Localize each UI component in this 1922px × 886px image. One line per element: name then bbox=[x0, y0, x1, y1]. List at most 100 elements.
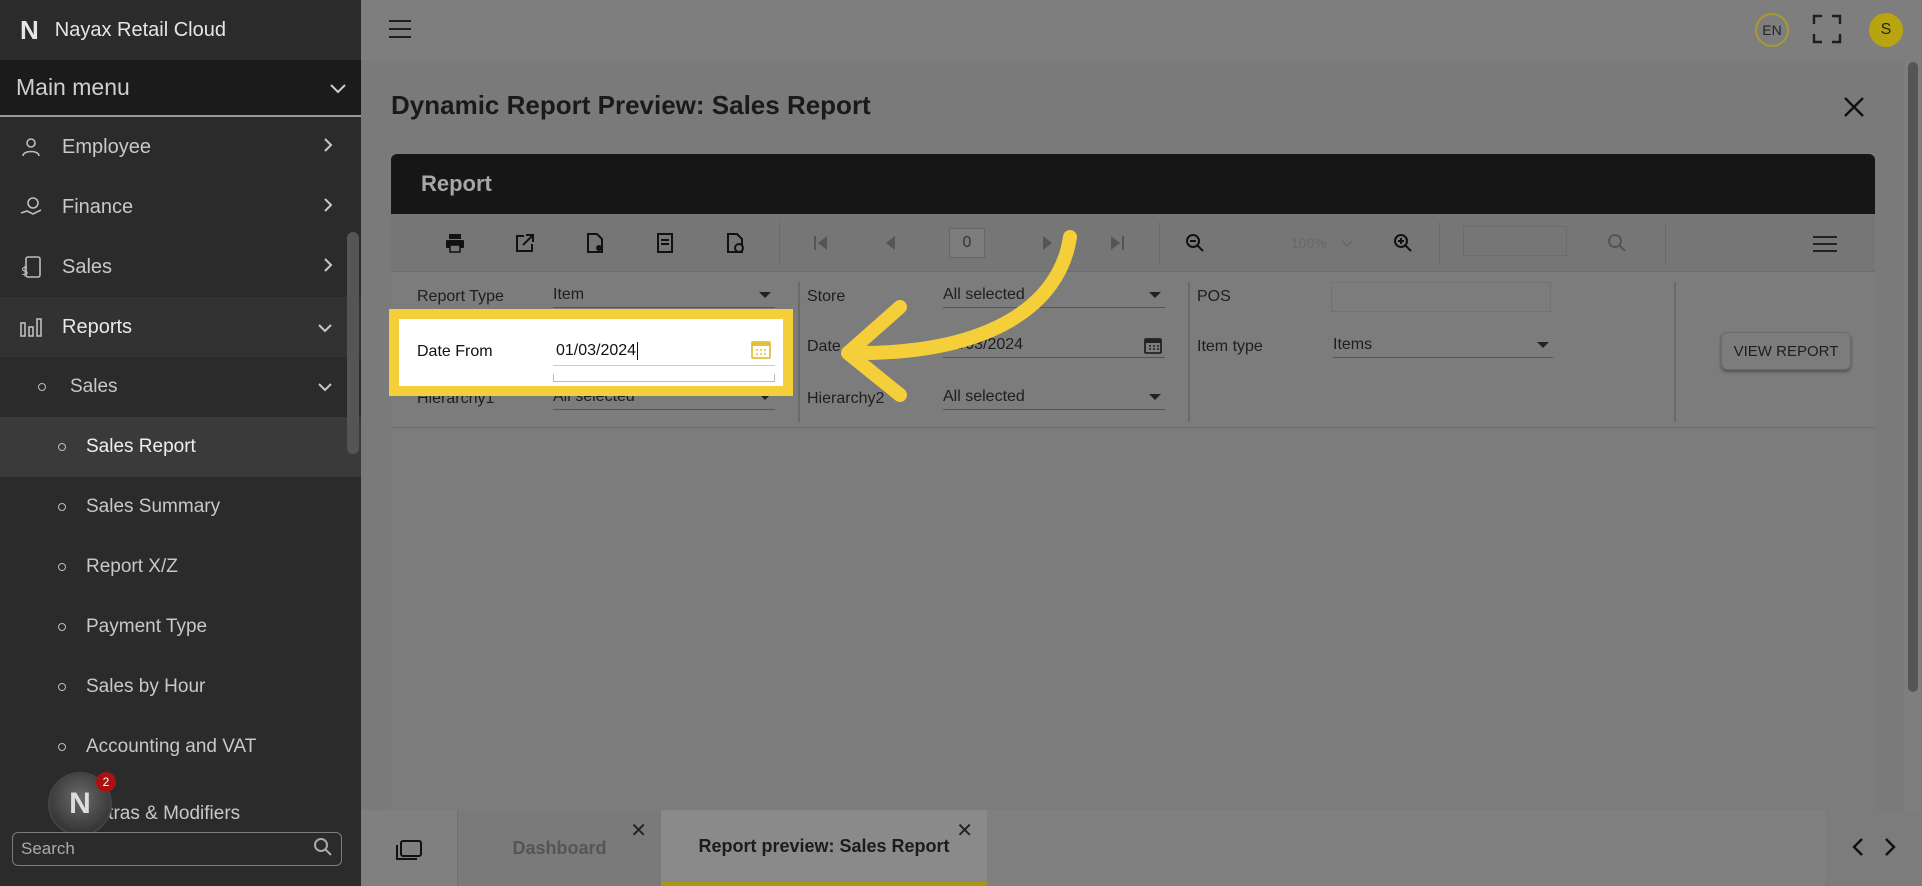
chevron-right-icon[interactable] bbox=[1883, 833, 1897, 864]
sidebar-item-finance[interactable]: Finance bbox=[0, 177, 361, 237]
chevron-left-icon[interactable] bbox=[1851, 833, 1865, 864]
zoom-select[interactable]: 100% bbox=[1271, 228, 1361, 258]
tab-bar: Dashboard ✕ Report preview: Sales Report… bbox=[361, 810, 1922, 886]
sidebar-item-employee[interactable]: Employee bbox=[0, 117, 361, 177]
zoom-out-icon[interactable] bbox=[1183, 231, 1207, 255]
search-icon[interactable] bbox=[1605, 231, 1629, 255]
toolbar-divider bbox=[1439, 222, 1440, 264]
brand[interactable]: N Nayax Retail Cloud bbox=[0, 0, 361, 60]
find-text-input[interactable] bbox=[1463, 226, 1567, 256]
windows-icon[interactable] bbox=[395, 839, 423, 861]
main-menu-toggle[interactable]: Main menu bbox=[0, 60, 361, 117]
toolbar-divider bbox=[779, 222, 780, 264]
sidebar-item-label: Reports bbox=[62, 315, 133, 338]
sidebar-link-accounting-vat[interactable]: Accounting and VAT bbox=[0, 717, 361, 777]
employee-icon bbox=[18, 134, 44, 160]
caret-down-icon bbox=[1149, 394, 1161, 400]
finance-icon bbox=[18, 194, 44, 220]
tab-report-preview[interactable]: Report preview: Sales Report ✕ bbox=[661, 810, 987, 886]
sidebar-subitem-label: Sales bbox=[70, 376, 118, 397]
fullscreen-icon[interactable] bbox=[1812, 14, 1842, 44]
sidebar-item-sales[interactable]: $ Sales bbox=[0, 237, 361, 297]
sidebar-item-label: Employee bbox=[62, 135, 151, 158]
search-icon[interactable] bbox=[313, 837, 333, 862]
chevron-right-icon bbox=[323, 136, 333, 159]
bullet-icon bbox=[58, 683, 66, 691]
sidebar-link-label: Sales by Hour bbox=[86, 676, 206, 697]
print-icon[interactable] bbox=[443, 231, 467, 255]
chevron-down-icon bbox=[317, 316, 333, 339]
reports-icon bbox=[18, 314, 44, 340]
close-tab-icon[interactable]: ✕ bbox=[630, 818, 647, 843]
bullet-icon bbox=[58, 503, 66, 511]
sidebar-link-label: Payment Type bbox=[86, 616, 208, 637]
sidebar-link-report-xz[interactable]: Report X/Z bbox=[0, 537, 361, 597]
bullet-icon bbox=[38, 383, 46, 391]
calendar-icon[interactable] bbox=[750, 338, 772, 360]
toolbar-divider bbox=[1159, 222, 1160, 264]
caret-down-icon bbox=[1149, 292, 1161, 298]
search-input[interactable]: Search bbox=[21, 839, 313, 859]
view-report-button[interactable]: VIEW REPORT bbox=[1721, 332, 1851, 370]
chevron-down-icon bbox=[317, 376, 333, 398]
zoom-value: 100% bbox=[1291, 235, 1327, 251]
sidebar-item-label: Finance bbox=[62, 195, 134, 218]
notification-badge: 2 bbox=[96, 772, 116, 792]
date-from-input[interactable]: 01/03/2024 bbox=[553, 336, 775, 366]
export-icon[interactable] bbox=[513, 231, 537, 255]
bullet-icon bbox=[58, 563, 66, 571]
document-icon[interactable] bbox=[653, 231, 677, 255]
export-settings-icon[interactable] bbox=[583, 231, 607, 255]
pos-label: POS bbox=[1197, 288, 1231, 305]
bullet-icon bbox=[58, 443, 66, 451]
sidebar-link-payment-type[interactable]: Payment Type bbox=[0, 597, 361, 657]
bullet-icon bbox=[58, 743, 66, 751]
last-page-icon[interactable] bbox=[1105, 231, 1129, 255]
sidebar-link-sales-report[interactable]: Sales Report bbox=[0, 417, 361, 477]
date-from-value: 01/03/2024 bbox=[556, 341, 637, 359]
item-type-select[interactable]: Items bbox=[1333, 332, 1553, 358]
report-panel: Report 0 100% Report Type Item Hierarchy… bbox=[391, 154, 1875, 810]
pos-select[interactable] bbox=[1331, 282, 1551, 312]
page-title: Dynamic Report Preview: Sales Report bbox=[391, 90, 871, 120]
hamburger-menu-icon[interactable] bbox=[389, 20, 411, 38]
svg-text:$: $ bbox=[21, 264, 29, 278]
text-cursor bbox=[637, 341, 639, 360]
sidebar-scrollbar[interactable] bbox=[347, 232, 359, 454]
sidebar-link-sales-by-hour[interactable]: Sales by Hour bbox=[0, 657, 361, 717]
sidebar: N Nayax Retail Cloud Main menu Employee … bbox=[0, 0, 361, 886]
sidebar-item-reports[interactable]: Reports bbox=[0, 297, 361, 357]
item-type-value: Items bbox=[1333, 335, 1373, 353]
report-header: Report bbox=[391, 154, 1875, 214]
caret-down-icon bbox=[759, 292, 771, 298]
sidebar-link-sales-summary[interactable]: Sales Summary bbox=[0, 477, 361, 537]
zoom-in-icon[interactable] bbox=[1391, 231, 1415, 255]
report-type-label: Report Type bbox=[417, 288, 504, 305]
params-divider bbox=[1674, 282, 1676, 422]
language-selector[interactable]: EN bbox=[1755, 13, 1789, 47]
report-type-select[interactable]: Item bbox=[553, 282, 775, 308]
tab-dashboard[interactable]: Dashboard ✕ bbox=[457, 810, 661, 886]
bullet-icon bbox=[58, 623, 66, 631]
params-divider bbox=[1188, 282, 1190, 422]
chevron-down-icon bbox=[1341, 235, 1353, 251]
chevron-right-icon bbox=[323, 256, 333, 279]
document-settings-icon[interactable] bbox=[723, 231, 747, 255]
report-toolbar: 0 100% bbox=[391, 214, 1875, 272]
report-type-value: Item bbox=[553, 285, 585, 303]
sidebar-search[interactable]: Search bbox=[12, 832, 342, 866]
user-avatar[interactable]: S bbox=[1869, 13, 1903, 47]
top-bar: EN S bbox=[361, 0, 1922, 60]
sidebar-subitem-sales[interactable]: Sales bbox=[0, 357, 361, 417]
tab-label: Report preview: Sales Report bbox=[698, 835, 950, 856]
close-icon[interactable] bbox=[1843, 92, 1865, 126]
toolbar-menu-icon[interactable] bbox=[1813, 236, 1837, 252]
toolbar-divider bbox=[1665, 222, 1666, 264]
page-scrollbar[interactable] bbox=[1904, 60, 1922, 810]
calendar-icon[interactable] bbox=[1143, 335, 1163, 360]
nav: Employee Finance $ Sales Reports Sales S… bbox=[0, 117, 361, 825]
chevron-down-icon bbox=[329, 74, 347, 101]
close-tab-icon[interactable]: ✕ bbox=[956, 818, 973, 843]
main-menu-label: Main menu bbox=[16, 74, 130, 100]
sidebar-link-label: Sales Report bbox=[86, 436, 196, 457]
